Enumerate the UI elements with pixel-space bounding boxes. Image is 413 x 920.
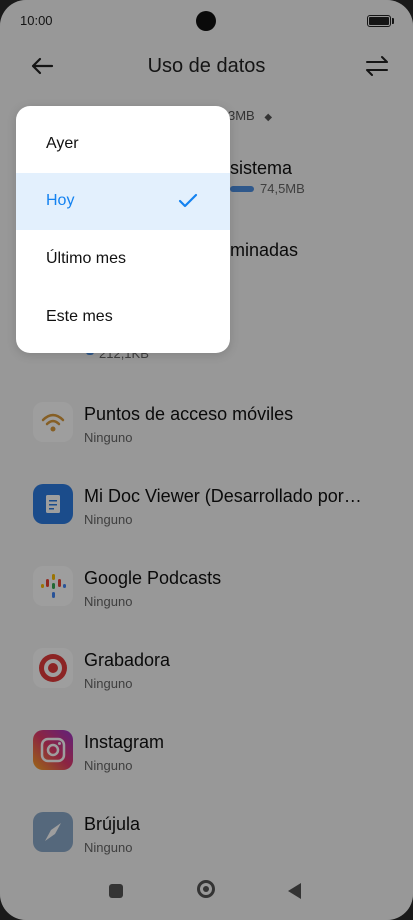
menu-item-label: Hoy [46,192,75,209]
checkmark-icon [178,193,198,208]
menu-item-ultimo-mes[interactable]: Último mes [16,231,230,288]
phone-screen: 10:00 Uso de datos 3MB ◆ sistema 74,5MB … [0,0,413,920]
menu-item-este-mes[interactable]: Este mes [16,289,230,346]
menu-item-label: Último mes [46,250,127,267]
menu-item-ayer[interactable]: Ayer [16,116,230,173]
menu-item-label: Este mes [46,308,113,325]
menu-item-hoy[interactable]: Hoy [16,173,230,230]
date-range-menu: Ayer Hoy Último mes Este mes [16,106,230,353]
menu-item-label: Ayer [46,135,79,152]
